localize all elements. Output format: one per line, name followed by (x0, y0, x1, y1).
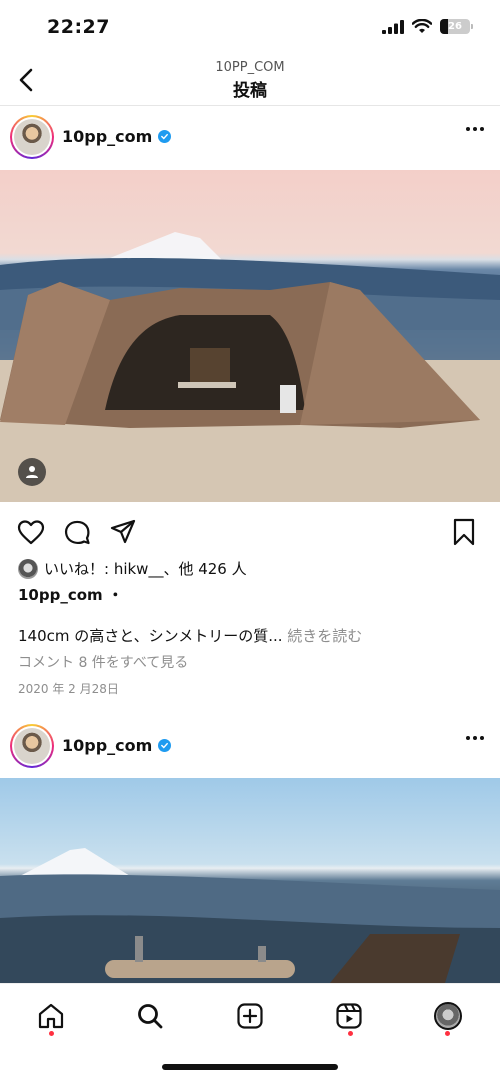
mountain-scene-illustration (0, 848, 500, 983)
header-account-name: 10PP_COM (215, 60, 285, 75)
avatar (14, 728, 50, 764)
post-header: 10pp_com (0, 107, 500, 169)
home-indicator (162, 1064, 338, 1070)
post-image[interactable] (0, 778, 500, 983)
story-avatar[interactable] (10, 115, 54, 159)
status-time: 22:27 (47, 16, 110, 38)
like-button[interactable] (15, 516, 47, 548)
verified-badge-icon (158, 739, 172, 752)
post-image[interactable] (0, 170, 500, 502)
bookmark-icon (453, 518, 475, 546)
post-caption: 140cm の高さと、シンメトリーの質... 続きを読む (18, 625, 362, 646)
tab-profile[interactable] (428, 996, 468, 1036)
tab-search[interactable] (130, 996, 170, 1036)
comment-button[interactable] (61, 516, 93, 548)
reels-icon (336, 1003, 362, 1029)
caption-username[interactable]: 10pp_com ・ (18, 584, 123, 605)
username-text: 10pp_com (62, 127, 153, 146)
post-header: 10pp_com (0, 716, 500, 778)
post-actions (0, 512, 500, 552)
plus-square-icon (237, 1003, 263, 1029)
page-title: 投稿 (233, 81, 267, 101)
save-button[interactable] (448, 516, 480, 548)
tent-scene-illustration (0, 232, 500, 502)
post-date: 2020 年 2 月28日 (18, 682, 119, 696)
reels-notification-dot (348, 1031, 353, 1036)
post-username-link[interactable]: 10pp_com (62, 127, 172, 146)
more-options-button[interactable] (466, 127, 484, 131)
profile-notification-dot (445, 1031, 450, 1036)
home-notification-dot (49, 1031, 54, 1036)
caption-text: 140cm の高さと、シンメトリーの質... (18, 627, 288, 645)
more-horizontal-icon (466, 736, 470, 740)
status-bar: 22:27 26 (0, 0, 500, 56)
likes-summary[interactable]: いいね！: hikw__、他 426 人 (18, 558, 247, 579)
wifi-icon (412, 19, 432, 33)
share-button[interactable] (107, 516, 139, 548)
search-icon (138, 1004, 163, 1029)
tab-reels[interactable] (329, 996, 369, 1036)
heart-icon (17, 520, 45, 545)
battery-fill (440, 19, 448, 34)
battery-icon: 26 (440, 19, 473, 34)
more-horizontal-icon (466, 127, 470, 131)
view-comments-link[interactable]: コメント 8 件をすべて見る (18, 652, 188, 672)
status-icons: 26 (382, 19, 473, 34)
avatar (14, 119, 50, 155)
liker-avatar (18, 558, 38, 579)
cellular-signal-icon (382, 19, 404, 34)
read-more-link[interactable]: 続きを読む (287, 627, 362, 645)
tab-create[interactable] (230, 996, 270, 1036)
comment-icon (64, 520, 90, 545)
post-username-link[interactable]: 10pp_com (62, 736, 172, 755)
story-avatar[interactable] (10, 724, 54, 768)
profile-avatar (434, 1002, 462, 1030)
tagged-users-button[interactable] (18, 458, 46, 486)
user-tag-icon (26, 466, 38, 478)
bottom-tab-bar (0, 983, 500, 1080)
verified-badge-icon (158, 130, 172, 143)
send-icon (110, 519, 136, 544)
home-icon (38, 1003, 64, 1029)
battery-level: 26 (448, 21, 462, 32)
tab-home[interactable] (31, 996, 71, 1036)
likes-text: いいね！: hikw__、他 426 人 (44, 560, 247, 578)
username-text: 10pp_com (62, 736, 153, 755)
navigation-header: 10PP_COM 投稿 (0, 56, 500, 106)
more-options-button[interactable] (466, 736, 484, 740)
